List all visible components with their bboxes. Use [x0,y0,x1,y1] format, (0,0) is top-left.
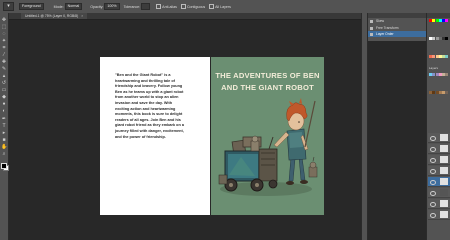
color-panel-header[interactable] [427,13,450,18]
all-layers-checkbox[interactable]: All Layers [209,4,231,9]
antenna-rod-illustration [304,100,316,148]
opacity-input[interactable]: 100% [104,3,120,10]
path-select-icon[interactable]: ▸ [1,130,7,136]
mode-select[interactable]: Normal [64,3,83,10]
dock-empty-area [367,41,427,240]
close-tab-icon[interactable]: × [81,14,83,18]
small-robot-illustration [308,156,318,178]
paint-bucket-tool-icon[interactable]: ▾ [3,2,14,11]
mode-control: Mode: Normal [54,3,83,10]
healing-icon[interactable]: ✚ [1,59,7,65]
dodge-icon[interactable]: ◐ [1,108,7,114]
cover-title: THE ADVENTURES OF BEN AND THE GIANT ROBO… [211,70,324,93]
foreground-color-swatch[interactable] [1,163,7,169]
anti-alias-check-icon[interactable] [156,4,162,9]
layers-panel-label[interactable]: Layers [429,66,438,70]
history-item-skew[interactable]: Skew [368,18,427,25]
layer-thumbnail [440,189,448,196]
boy-ben-illustration [273,98,309,185]
tolerance-input[interactable] [141,3,151,10]
paint-bucket-icon[interactable]: ◆ [1,94,7,100]
front-cover-page[interactable]: THE ADVENTURES OF BEN AND THE GIANT ROBO… [211,57,324,215]
marquee-icon[interactable]: ⬚ [1,24,7,30]
preset-value[interactable]: Foreground [19,3,44,10]
visibility-eye-icon[interactable] [430,147,436,152]
history-item-label: Layer Order [376,32,394,36]
blur-icon[interactable]: ● [1,101,7,107]
visibility-eye-icon[interactable] [430,180,436,185]
history-panel: Skew Free Transform Layer Order [367,13,427,41]
document-tab-bar: Untitled-1 @ 75% (Layer 0, RGB/8) × [9,13,361,20]
all-layers-check-icon[interactable] [209,4,215,9]
stamp-icon[interactable]: ▴ [1,73,7,79]
type-icon[interactable]: T [1,123,7,129]
anti-alias-checkbox[interactable]: Anti-alias [156,4,177,9]
layer-thumbnail [440,134,448,141]
layer-thumbnail [440,145,448,152]
tools-panel: ✥ ⬚ ◌ ✦ ⌗ ⁄ ✚ ✎ ▴ ↺ ▭ ◆ ● ◐ ✒ T ▸ ■ ✋ ⌕ [0,13,9,240]
layer-row[interactable] [428,166,450,176]
contiguous-label: Contiguous [186,4,206,9]
history-brush-icon[interactable]: ↺ [1,80,7,86]
opacity-label: Opacity: [90,4,104,9]
visibility-eye-icon[interactable] [430,169,436,174]
brush-icon[interactable]: ✎ [1,66,7,72]
visibility-eye-icon[interactable] [430,136,436,141]
history-step-icon [370,32,373,36]
visibility-eye-icon[interactable] [430,213,436,218]
visibility-eye-icon[interactable] [430,202,436,207]
visibility-eye-icon[interactable] [430,158,436,163]
contiguous-checkbox[interactable]: Contiguous [180,4,206,9]
layer-row[interactable] [428,155,450,165]
pen-icon[interactable]: ✒ [1,116,7,122]
book-blurb: "Ben and the Giant Robot" is a heartwarm… [115,73,184,139]
layer-thumbnail [440,211,448,218]
eraser-icon[interactable]: ▭ [1,87,7,93]
history-step-icon [370,26,373,30]
tolerance-label: Tolerance: [123,4,141,9]
layer-row[interactable] [428,188,450,198]
hand-icon[interactable]: ✋ [1,144,7,150]
history-item-label: Free Transform [376,26,399,30]
layer-thumbnail [440,200,448,207]
history-item-label: Skew [376,19,385,23]
contiguous-check-icon[interactable] [180,4,186,9]
eyedropper-icon[interactable]: ⁄ [1,52,7,58]
opacity-control: Opacity: 100% [90,3,120,10]
shape-icon[interactable]: ■ [1,137,7,143]
history-step-icon [370,20,373,23]
layer-row[interactable] [428,133,450,143]
swatches-grid[interactable] [429,19,450,109]
back-cover-page[interactable]: "Ben and the Giant Robot" is a heartwarm… [100,57,210,215]
cover-title-line-1: THE ADVENTURES OF BEN [215,71,320,80]
magic-wand-icon[interactable]: ✦ [1,38,7,44]
move-icon[interactable]: ✥ [1,17,7,23]
tolerance-control: Tolerance: [124,3,151,10]
lasso-icon[interactable]: ◌ [1,31,7,37]
anti-alias-label: Anti-alias [162,4,177,9]
layer-thumbnail [440,167,448,174]
cover-title-line-2: AND THE GIANT ROBOT [221,82,314,92]
preset-picker[interactable]: Foreground [18,3,44,10]
layer-row-selected[interactable] [428,177,450,187]
zoom-icon[interactable]: ⌕ [1,151,7,157]
document-tab[interactable]: Untitled-1 @ 75% (Layer 0, RGB/8) × [21,13,88,19]
mode-label: Mode: [53,4,64,9]
document-tab-title: Untitled-1 @ 75% (Layer 0, RGB/8) [25,14,79,18]
layer-row[interactable] [428,144,450,154]
layer-row[interactable] [428,199,450,209]
layer-row[interactable] [428,210,450,220]
visibility-eye-icon[interactable] [430,191,436,196]
all-layers-label: All Layers [215,4,231,9]
layer-thumbnail [440,178,448,185]
options-bar: ▾ Foreground Mode: Normal Opacity: 100% … [0,0,450,14]
color-layers-panel: Layers [426,13,450,240]
history-item-layer-order[interactable]: Layer Order [368,31,427,37]
crop-icon[interactable]: ⌗ [1,45,7,51]
layer-thumbnail [440,156,448,163]
